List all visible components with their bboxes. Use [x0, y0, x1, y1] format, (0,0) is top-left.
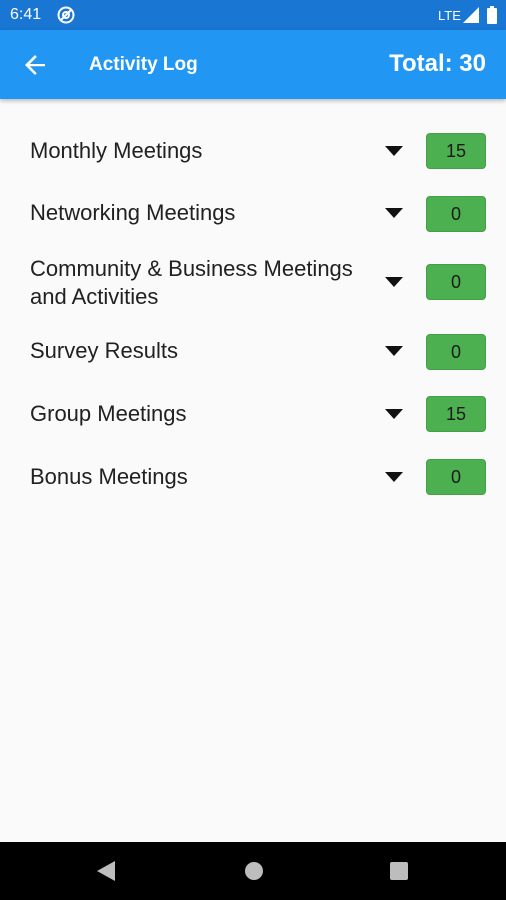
dropdown-arrow-icon[interactable]: [385, 146, 403, 156]
activity-count[interactable]: 0: [426, 196, 486, 232]
activity-label: Networking Meetings: [30, 200, 236, 225]
page-title: Activity Log: [89, 54, 198, 75]
battery-icon: [487, 6, 497, 24]
status-time: 6:41: [10, 6, 42, 23]
activity-count[interactable]: 0: [426, 459, 486, 495]
activity-label: Community & Business Meetings and Activi…: [30, 256, 353, 309]
nav-back-icon[interactable]: [97, 861, 115, 881]
system-nav-bar: [0, 842, 506, 900]
activity-count[interactable]: 15: [426, 133, 486, 169]
dropdown-arrow-icon[interactable]: [385, 277, 403, 287]
arrow-back-icon[interactable]: [21, 51, 49, 79]
at-sign-icon: [57, 6, 75, 24]
signal-icon: [463, 7, 479, 23]
activity-count[interactable]: 0: [426, 334, 486, 370]
network-type: LTE: [438, 8, 461, 23]
app-bar: Activity Log Total: 30: [0, 30, 506, 99]
status-bar: 6:41 LTE: [0, 0, 506, 30]
activity-label: Monthly Meetings: [30, 138, 203, 163]
nav-home-icon[interactable]: [244, 861, 264, 881]
activity-label: Group Meetings: [30, 401, 187, 426]
activity-count[interactable]: 15: [426, 396, 486, 432]
dropdown-arrow-icon[interactable]: [385, 346, 403, 356]
activity-count[interactable]: 0: [426, 264, 486, 300]
dropdown-arrow-icon[interactable]: [385, 409, 403, 419]
nav-recents-icon[interactable]: [390, 862, 408, 880]
activity-label: Bonus Meetings: [30, 464, 188, 489]
total-count: Total: 30: [389, 50, 486, 77]
dropdown-arrow-icon[interactable]: [385, 208, 403, 218]
dropdown-arrow-icon[interactable]: [385, 472, 403, 482]
activity-label: Survey Results: [30, 338, 178, 363]
